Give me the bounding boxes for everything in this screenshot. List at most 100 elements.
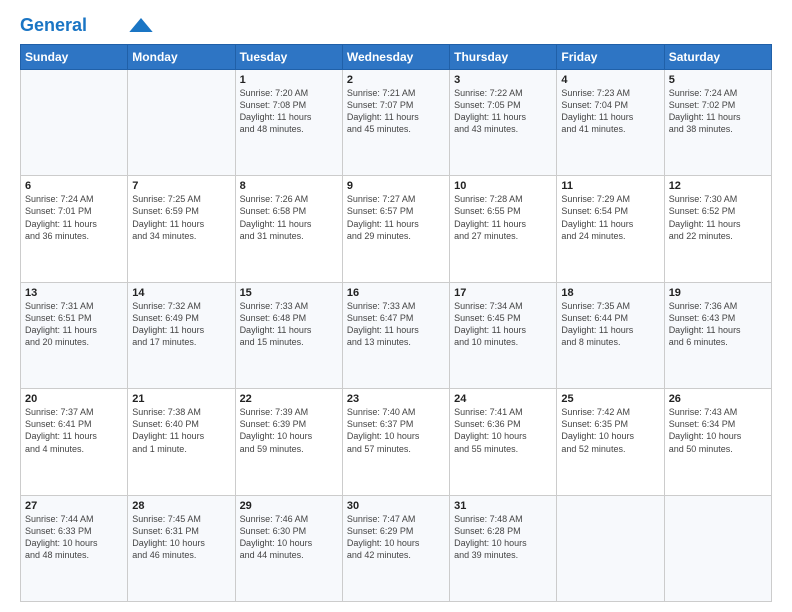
- day-cell: 4Sunrise: 7:23 AM Sunset: 7:04 PM Daylig…: [557, 69, 664, 175]
- day-info: Sunrise: 7:29 AM Sunset: 6:54 PM Dayligh…: [561, 193, 659, 242]
- day-cell: 27Sunrise: 7:44 AM Sunset: 6:33 PM Dayli…: [21, 495, 128, 601]
- day-number: 25: [561, 393, 659, 405]
- day-info: Sunrise: 7:43 AM Sunset: 6:34 PM Dayligh…: [669, 406, 767, 455]
- day-cell: 18Sunrise: 7:35 AM Sunset: 6:44 PM Dayli…: [557, 282, 664, 388]
- day-number: 26: [669, 393, 767, 405]
- day-cell: 6Sunrise: 7:24 AM Sunset: 7:01 PM Daylig…: [21, 176, 128, 282]
- day-info: Sunrise: 7:48 AM Sunset: 6:28 PM Dayligh…: [454, 513, 552, 562]
- day-number: 11: [561, 180, 659, 192]
- day-number: 10: [454, 180, 552, 192]
- day-info: Sunrise: 7:24 AM Sunset: 7:01 PM Dayligh…: [25, 193, 123, 242]
- col-header-sunday: Sunday: [21, 44, 128, 69]
- day-cell: 10Sunrise: 7:28 AM Sunset: 6:55 PM Dayli…: [450, 176, 557, 282]
- week-row-2: 6Sunrise: 7:24 AM Sunset: 7:01 PM Daylig…: [21, 176, 772, 282]
- day-info: Sunrise: 7:33 AM Sunset: 6:47 PM Dayligh…: [347, 300, 445, 349]
- day-number: 19: [669, 287, 767, 299]
- day-cell: 26Sunrise: 7:43 AM Sunset: 6:34 PM Dayli…: [664, 389, 771, 495]
- day-info: Sunrise: 7:23 AM Sunset: 7:04 PM Dayligh…: [561, 87, 659, 136]
- day-cell: 2Sunrise: 7:21 AM Sunset: 7:07 PM Daylig…: [342, 69, 449, 175]
- day-number: 5: [669, 74, 767, 86]
- col-header-thursday: Thursday: [450, 44, 557, 69]
- day-cell: 1Sunrise: 7:20 AM Sunset: 7:08 PM Daylig…: [235, 69, 342, 175]
- day-cell: 23Sunrise: 7:40 AM Sunset: 6:37 PM Dayli…: [342, 389, 449, 495]
- day-info: Sunrise: 7:31 AM Sunset: 6:51 PM Dayligh…: [25, 300, 123, 349]
- day-info: Sunrise: 7:34 AM Sunset: 6:45 PM Dayligh…: [454, 300, 552, 349]
- day-cell: 20Sunrise: 7:37 AM Sunset: 6:41 PM Dayli…: [21, 389, 128, 495]
- day-cell: 15Sunrise: 7:33 AM Sunset: 6:48 PM Dayli…: [235, 282, 342, 388]
- day-cell: 31Sunrise: 7:48 AM Sunset: 6:28 PM Dayli…: [450, 495, 557, 601]
- day-number: 22: [240, 393, 338, 405]
- day-number: 3: [454, 74, 552, 86]
- day-number: 12: [669, 180, 767, 192]
- day-info: Sunrise: 7:21 AM Sunset: 7:07 PM Dayligh…: [347, 87, 445, 136]
- col-header-saturday: Saturday: [664, 44, 771, 69]
- day-cell: [128, 69, 235, 175]
- day-cell: 22Sunrise: 7:39 AM Sunset: 6:39 PM Dayli…: [235, 389, 342, 495]
- logo: General: [20, 16, 153, 36]
- day-cell: 9Sunrise: 7:27 AM Sunset: 6:57 PM Daylig…: [342, 176, 449, 282]
- day-number: 27: [25, 500, 123, 512]
- day-cell: 3Sunrise: 7:22 AM Sunset: 7:05 PM Daylig…: [450, 69, 557, 175]
- day-cell: 30Sunrise: 7:47 AM Sunset: 6:29 PM Dayli…: [342, 495, 449, 601]
- day-info: Sunrise: 7:37 AM Sunset: 6:41 PM Dayligh…: [25, 406, 123, 455]
- day-info: Sunrise: 7:28 AM Sunset: 6:55 PM Dayligh…: [454, 193, 552, 242]
- day-info: Sunrise: 7:47 AM Sunset: 6:29 PM Dayligh…: [347, 513, 445, 562]
- logo-icon: [129, 18, 153, 32]
- day-info: Sunrise: 7:24 AM Sunset: 7:02 PM Dayligh…: [669, 87, 767, 136]
- day-cell: 29Sunrise: 7:46 AM Sunset: 6:30 PM Dayli…: [235, 495, 342, 601]
- day-number: 28: [132, 500, 230, 512]
- day-number: 23: [347, 393, 445, 405]
- day-info: Sunrise: 7:22 AM Sunset: 7:05 PM Dayligh…: [454, 87, 552, 136]
- day-number: 31: [454, 500, 552, 512]
- day-cell: 14Sunrise: 7:32 AM Sunset: 6:49 PM Dayli…: [128, 282, 235, 388]
- day-number: 2: [347, 74, 445, 86]
- col-header-monday: Monday: [128, 44, 235, 69]
- day-cell: 16Sunrise: 7:33 AM Sunset: 6:47 PM Dayli…: [342, 282, 449, 388]
- day-info: Sunrise: 7:30 AM Sunset: 6:52 PM Dayligh…: [669, 193, 767, 242]
- day-number: 16: [347, 287, 445, 299]
- day-number: 9: [347, 180, 445, 192]
- day-info: Sunrise: 7:39 AM Sunset: 6:39 PM Dayligh…: [240, 406, 338, 455]
- day-cell: 24Sunrise: 7:41 AM Sunset: 6:36 PM Dayli…: [450, 389, 557, 495]
- week-row-4: 20Sunrise: 7:37 AM Sunset: 6:41 PM Dayli…: [21, 389, 772, 495]
- day-info: Sunrise: 7:45 AM Sunset: 6:31 PM Dayligh…: [132, 513, 230, 562]
- day-number: 8: [240, 180, 338, 192]
- day-info: Sunrise: 7:38 AM Sunset: 6:40 PM Dayligh…: [132, 406, 230, 455]
- day-number: 29: [240, 500, 338, 512]
- day-number: 4: [561, 74, 659, 86]
- day-cell: 21Sunrise: 7:38 AM Sunset: 6:40 PM Dayli…: [128, 389, 235, 495]
- day-info: Sunrise: 7:27 AM Sunset: 6:57 PM Dayligh…: [347, 193, 445, 242]
- day-info: Sunrise: 7:25 AM Sunset: 6:59 PM Dayligh…: [132, 193, 230, 242]
- week-row-5: 27Sunrise: 7:44 AM Sunset: 6:33 PM Dayli…: [21, 495, 772, 601]
- day-cell: 28Sunrise: 7:45 AM Sunset: 6:31 PM Dayli…: [128, 495, 235, 601]
- day-cell: [557, 495, 664, 601]
- day-number: 6: [25, 180, 123, 192]
- day-info: Sunrise: 7:42 AM Sunset: 6:35 PM Dayligh…: [561, 406, 659, 455]
- day-info: Sunrise: 7:33 AM Sunset: 6:48 PM Dayligh…: [240, 300, 338, 349]
- day-cell: 19Sunrise: 7:36 AM Sunset: 6:43 PM Dayli…: [664, 282, 771, 388]
- day-info: Sunrise: 7:20 AM Sunset: 7:08 PM Dayligh…: [240, 87, 338, 136]
- day-number: 15: [240, 287, 338, 299]
- col-header-wednesday: Wednesday: [342, 44, 449, 69]
- day-info: Sunrise: 7:44 AM Sunset: 6:33 PM Dayligh…: [25, 513, 123, 562]
- week-row-3: 13Sunrise: 7:31 AM Sunset: 6:51 PM Dayli…: [21, 282, 772, 388]
- day-number: 13: [25, 287, 123, 299]
- day-cell: 7Sunrise: 7:25 AM Sunset: 6:59 PM Daylig…: [128, 176, 235, 282]
- calendar-table: SundayMondayTuesdayWednesdayThursdayFrid…: [20, 44, 772, 602]
- day-info: Sunrise: 7:26 AM Sunset: 6:58 PM Dayligh…: [240, 193, 338, 242]
- day-cell: [664, 495, 771, 601]
- day-number: 24: [454, 393, 552, 405]
- day-info: Sunrise: 7:40 AM Sunset: 6:37 PM Dayligh…: [347, 406, 445, 455]
- day-cell: [21, 69, 128, 175]
- day-number: 17: [454, 287, 552, 299]
- day-number: 21: [132, 393, 230, 405]
- day-cell: 5Sunrise: 7:24 AM Sunset: 7:02 PM Daylig…: [664, 69, 771, 175]
- day-info: Sunrise: 7:36 AM Sunset: 6:43 PM Dayligh…: [669, 300, 767, 349]
- day-cell: 13Sunrise: 7:31 AM Sunset: 6:51 PM Dayli…: [21, 282, 128, 388]
- day-number: 18: [561, 287, 659, 299]
- day-cell: 12Sunrise: 7:30 AM Sunset: 6:52 PM Dayli…: [664, 176, 771, 282]
- header-row: SundayMondayTuesdayWednesdayThursdayFrid…: [21, 44, 772, 69]
- day-cell: 8Sunrise: 7:26 AM Sunset: 6:58 PM Daylig…: [235, 176, 342, 282]
- header: General: [20, 16, 772, 36]
- day-cell: 17Sunrise: 7:34 AM Sunset: 6:45 PM Dayli…: [450, 282, 557, 388]
